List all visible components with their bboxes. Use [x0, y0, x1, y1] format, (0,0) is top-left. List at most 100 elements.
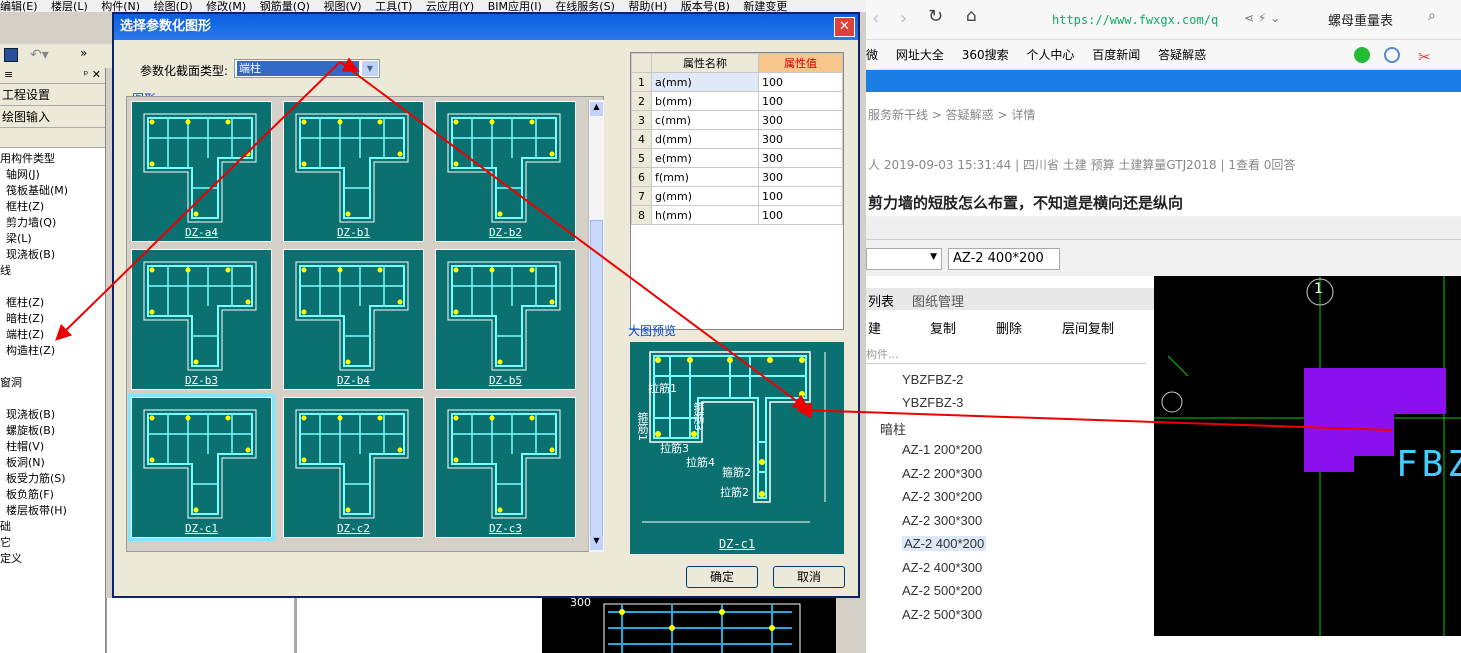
- menu-version[interactable]: 版本号(B): [681, 1, 730, 13]
- shot-search[interactable]: 构件...: [866, 346, 1146, 364]
- tree-item[interactable]: 螺旋板(B): [0, 423, 105, 439]
- undo-icon[interactable]: ↶▾: [30, 47, 49, 63]
- list-item[interactable]: AZ-1 200*200: [902, 442, 982, 457]
- menu-bim[interactable]: BIM应用(I): [488, 1, 542, 13]
- menu-new-change[interactable]: 新建变更: [743, 1, 787, 13]
- search-icon[interactable]: ⌕: [1428, 8, 1436, 24]
- section-type-select[interactable]: 端柱 ▼: [234, 59, 380, 78]
- pin-close-icons[interactable]: ᵖ ✕: [84, 68, 101, 83]
- tree-item[interactable]: 窗洞: [0, 375, 105, 391]
- tree-item[interactable]: 板负筋(F): [0, 487, 105, 503]
- tree-item[interactable]: 现浇板(B): [0, 247, 105, 263]
- copy-button[interactable]: 复制: [930, 318, 956, 337]
- prop-value[interactable]: 100: [758, 205, 843, 225]
- shape-thumb-dz-b1[interactable]: DZ-b1: [283, 101, 424, 242]
- tree-item[interactable]: 板洞(N): [0, 455, 105, 471]
- shot-select-1[interactable]: ▼: [866, 248, 942, 270]
- shot-cad-canvas[interactable]: 1 FBZ: [1154, 276, 1461, 636]
- scroll-down-icon[interactable]: ▼: [590, 536, 603, 550]
- prop-row[interactable]: 6 f(mm) 300: [631, 167, 843, 187]
- new-button[interactable]: 建: [868, 318, 881, 337]
- menu-edit[interactable]: 编辑(E): [0, 1, 38, 13]
- shape-thumb-dz-c1[interactable]: DZ-c1: [128, 394, 275, 541]
- fav-item[interactable]: 个人中心: [1026, 40, 1074, 70]
- save-icon[interactable]: [4, 48, 18, 62]
- prop-value[interactable]: 100: [758, 72, 843, 92]
- forward-icon[interactable]: ›: [900, 8, 907, 29]
- shape-thumb-dz-a4[interactable]: DZ-a4: [131, 101, 272, 242]
- prop-row[interactable]: 5 e(mm) 300: [631, 148, 843, 168]
- shape-thumb-dz-b2[interactable]: DZ-b2: [435, 101, 576, 242]
- prop-value[interactable]: 300: [758, 148, 843, 168]
- tree-item[interactable]: 础: [0, 519, 105, 535]
- prop-value[interactable]: 300: [758, 110, 843, 130]
- tab-drawings[interactable]: 图纸管理: [912, 291, 964, 310]
- back-icon[interactable]: ‹: [872, 8, 879, 29]
- tree-item[interactable]: 框柱(Z): [0, 199, 105, 215]
- list-item[interactable]: AZ-2 500*300: [902, 607, 982, 622]
- cancel-button[interactable]: 取消: [773, 566, 845, 588]
- tree-item[interactable]: 轴网(J): [0, 167, 105, 183]
- prop-row[interactable]: 2 b(mm) 100: [631, 91, 843, 111]
- list-item[interactable]: AZ-2 300*200: [902, 489, 982, 504]
- shot-select-2[interactable]: AZ-2 400*200: [948, 248, 1060, 270]
- menu-draw[interactable]: 绘图(D): [154, 1, 193, 13]
- shape-thumb-dz-c2[interactable]: DZ-c2: [283, 397, 424, 538]
- close-button[interactable]: ✕: [834, 17, 855, 37]
- scissors-icon[interactable]: ✂: [1418, 42, 1431, 72]
- home-icon[interactable]: ⌂: [966, 6, 977, 26]
- list-group[interactable]: 暗柱: [880, 419, 906, 438]
- tree-item[interactable]: 它: [0, 535, 105, 551]
- gallery-scrollbar[interactable]: ▲ ▼: [588, 100, 604, 552]
- tree-item[interactable]: 楼层板带(H): [0, 503, 105, 519]
- more-icon[interactable]: »: [80, 46, 87, 60]
- prop-value[interactable]: 100: [758, 91, 843, 111]
- list-item[interactable]: YBZFBZ-3: [902, 395, 963, 410]
- fav-item[interactable]: 网址大全: [896, 40, 944, 70]
- tree-item[interactable]: 框柱(Z): [0, 295, 105, 311]
- tab-list[interactable]: 列表: [868, 291, 894, 310]
- menu-view[interactable]: 视图(V): [323, 1, 361, 13]
- fav-item[interactable]: 百度新闻: [1092, 40, 1140, 70]
- prop-value[interactable]: 300: [758, 167, 843, 187]
- menu-tools[interactable]: 工具(T): [375, 1, 412, 13]
- tree-item[interactable]: 定义: [0, 551, 105, 567]
- prop-row[interactable]: 3 c(mm) 300: [631, 110, 843, 130]
- shape-thumb-dz-b5[interactable]: DZ-b5: [435, 249, 576, 390]
- menu-rebar[interactable]: 钢筋量(Q): [260, 1, 310, 13]
- list-item[interactable]: AZ-2 300*300: [902, 513, 982, 528]
- prop-row[interactable]: 7 g(mm) 100: [631, 186, 843, 206]
- layer-copy-button[interactable]: 层间复制: [1062, 318, 1114, 337]
- prop-row[interactable]: 1 a(mm) 100: [631, 72, 843, 92]
- scroll-up-icon[interactable]: ▲: [590, 102, 603, 116]
- search-box[interactable]: 螺母重量表: [1328, 10, 1393, 29]
- menu-floor[interactable]: 楼层(L): [51, 1, 88, 13]
- url-bar[interactable]: https://www.fwxgx.com/q: [1052, 13, 1218, 27]
- scroll-thumb[interactable]: [590, 220, 603, 540]
- menu-modify[interactable]: 修改(M): [206, 1, 246, 13]
- menu-help[interactable]: 帮助(H): [628, 1, 667, 13]
- tree-item[interactable]: 现浇板(B): [0, 407, 105, 423]
- list-item[interactable]: AZ-2 200*300: [902, 466, 982, 481]
- fav-item[interactable]: 微: [866, 40, 878, 70]
- menu-online[interactable]: 在线服务(S): [555, 1, 615, 13]
- fav-item[interactable]: 答疑解惑: [1158, 40, 1206, 70]
- prop-row[interactable]: 4 d(mm) 300: [631, 129, 843, 149]
- tree-item[interactable]: 柱帽(V): [0, 439, 105, 455]
- list-item-selected[interactable]: AZ-2 400*200: [902, 536, 987, 551]
- list-item[interactable]: AZ-2 400*300: [902, 560, 982, 575]
- cad-canvas-bottom[interactable]: 300: [542, 598, 836, 653]
- tree-item[interactable]: 用构件类型: [0, 151, 105, 167]
- prop-value[interactable]: 300: [758, 129, 843, 149]
- share-icon[interactable]: ⋖ ⚡ ⌄: [1244, 11, 1280, 25]
- tree-item[interactable]: 剪力墙(Q): [0, 215, 105, 231]
- shape-thumb-dz-b3[interactable]: DZ-b3: [131, 249, 272, 390]
- breadcrumb[interactable]: 服务新干线 > 答疑解惑 > 详情: [868, 106, 1035, 123]
- prop-value[interactable]: 100: [758, 186, 843, 206]
- tree-item[interactable]: 筏板基础(M): [0, 183, 105, 199]
- delete-button[interactable]: 删除: [996, 318, 1022, 337]
- prop-row[interactable]: 8 h(mm) 100: [631, 205, 843, 225]
- ext-minus-icon[interactable]: [1384, 47, 1400, 63]
- shape-thumb-dz-b4[interactable]: DZ-b4: [283, 249, 424, 390]
- tree-item[interactable]: 构造柱(Z): [0, 343, 105, 359]
